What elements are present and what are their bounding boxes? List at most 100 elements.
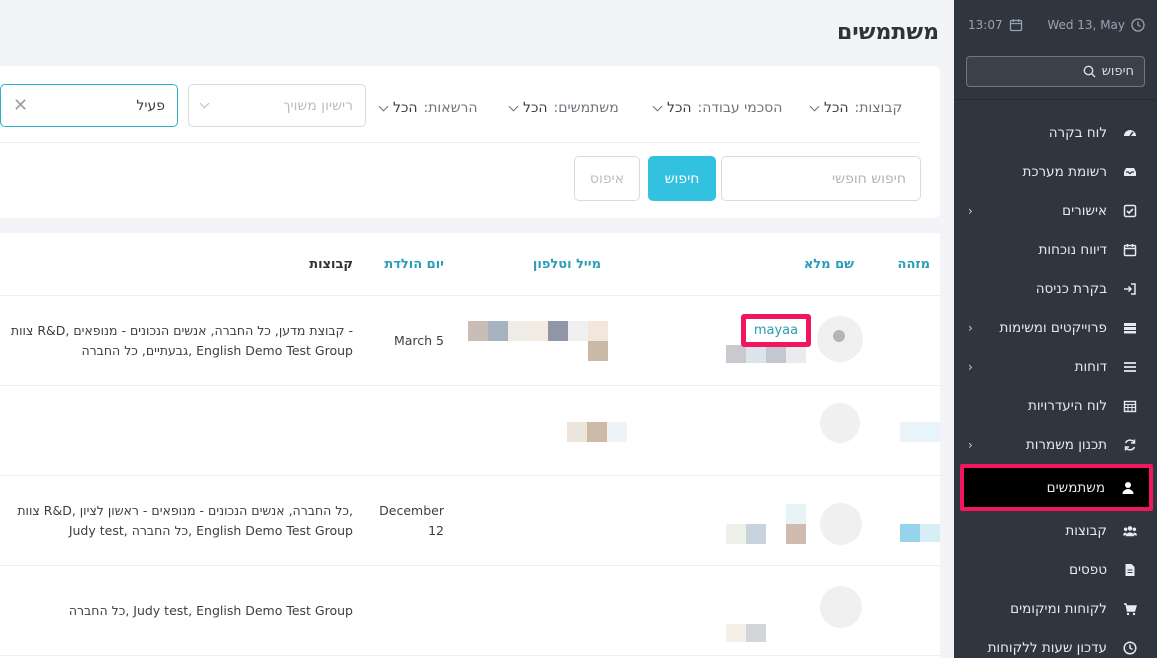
- reset-button[interactable]: איפוס: [574, 156, 640, 201]
- column-header-id[interactable]: מזהה: [898, 257, 930, 272]
- sidebar-item-label: עדכון שעות ללקוחות: [987, 639, 1107, 656]
- current-date: Wed 13, May: [1047, 18, 1125, 32]
- sidebar-item-dashboard[interactable]: לוח בקרה: [954, 113, 1157, 152]
- agreements-filter-value: הכל: [667, 100, 692, 116]
- redacted-block: [588, 321, 608, 341]
- avatar: [820, 586, 862, 628]
- chevron-left-icon: ‹: [968, 437, 973, 452]
- license-select-placeholder: רישיון משויך: [282, 97, 353, 114]
- chevron-down-icon: [652, 101, 663, 111]
- sign-in-icon: [1123, 282, 1137, 296]
- file-icon: [1123, 563, 1137, 577]
- redacted-block: [900, 524, 920, 542]
- redacted-block: [746, 524, 766, 544]
- redacted-block: [920, 422, 940, 442]
- user-name-link[interactable]: mayaa: [741, 314, 811, 347]
- column-header-full-name[interactable]: שם מלא: [804, 257, 854, 272]
- birthday-day: 12: [428, 523, 444, 538]
- groups-line: צוות R&D, כל החברה, אנשים הנכונים - מנופ…: [17, 503, 353, 518]
- page-title: משתמשים: [836, 20, 939, 45]
- current-time: 13:07: [968, 18, 1003, 32]
- groups-line: גבעתיים, כל החברה, English Demo Test Gro…: [81, 343, 353, 358]
- sidebar-search-label: חיפוש: [1101, 64, 1134, 79]
- row-divider: [0, 385, 940, 386]
- permissions-filter[interactable]: הרשאות: הכל: [378, 100, 478, 116]
- redacted-block: [607, 422, 627, 442]
- redacted-block: [726, 345, 746, 363]
- search-button[interactable]: חיפוש: [648, 156, 716, 201]
- redacted-block: [920, 524, 940, 542]
- sidebar-item-access-control[interactable]: בקרת כניסה: [954, 269, 1157, 308]
- column-header-birthday[interactable]: יום הולדת: [384, 257, 444, 272]
- time-display: 13:07: [968, 18, 1023, 32]
- status-select[interactable]: פעיל ✕: [0, 84, 178, 127]
- sidebar-item-label: תכנון משמרות: [1025, 436, 1107, 453]
- sidebar-item-label: טפסים: [1069, 561, 1107, 578]
- sidebar-item-shift-planning[interactable]: תכנון משמרות ‹: [954, 425, 1157, 464]
- sidebar-item-forms[interactable]: טפסים: [954, 550, 1157, 589]
- users-table: מזהה שם מלא מייל וטלפון יום הולדת קבוצות…: [0, 233, 940, 658]
- sidebar-item-label: בקרת כניסה: [1035, 280, 1107, 297]
- row-divider: [0, 655, 940, 656]
- sidebar-item-client-hours[interactable]: עדכון שעות ללקוחות: [954, 628, 1157, 658]
- avatar: [820, 403, 860, 443]
- sidebar-divider: [954, 99, 1157, 100]
- groups-line: כל החברה, Judy test, English Demo Test G…: [68, 603, 353, 618]
- column-header-groups: קבוצות: [309, 257, 353, 272]
- sidebar-item-label: דוחות: [1074, 358, 1107, 375]
- sidebar-item-projects[interactable]: פרוייקטים ומשימות ‹: [954, 308, 1157, 347]
- sidebar-item-label: לוח בקרה: [1048, 124, 1107, 141]
- groups-cell: צוות R&D, כל החברה, אנשים הנכונים - מנופ…: [0, 501, 353, 541]
- permissions-filter-value: הכל: [393, 100, 418, 116]
- sidebar-search[interactable]: חיפוש: [966, 56, 1145, 87]
- filter-panel: קבוצות: הכל הסכמי עבודה: הכל משתמשים: הכ…: [0, 66, 940, 218]
- chevron-down-icon: [508, 101, 519, 111]
- groups-line: צוות R&D, קבוצת מדען, כל החברה, אנשים הנ…: [10, 323, 353, 338]
- redacted-block: [900, 422, 920, 442]
- agreements-filter[interactable]: הסכמי עבודה: הכל: [652, 100, 782, 116]
- sidebar: Wed 13, May 13:07 חיפוש לוח בקרה רשומת מ…: [954, 0, 1157, 658]
- tasks-icon: [1123, 321, 1137, 335]
- redacted-block: [726, 524, 746, 544]
- check-square-icon: [1123, 204, 1137, 218]
- sidebar-item-groups[interactable]: קבוצות: [954, 511, 1157, 550]
- sidebar-item-absences[interactable]: לוח היעדרויות: [954, 386, 1157, 425]
- sidebar-item-approvals[interactable]: אישורים ‹: [954, 191, 1157, 230]
- birthday-cell: March 5: [393, 333, 444, 348]
- users-filter-label: משתמשים:: [553, 100, 619, 116]
- sidebar-item-reports[interactable]: דוחות ‹: [954, 347, 1157, 386]
- status-dot: [833, 330, 845, 342]
- row-divider: [0, 295, 940, 296]
- status-select-value: פעיל: [136, 97, 165, 114]
- sidebar-item-label: קבוצות: [1065, 522, 1107, 539]
- chevron-down-icon: [809, 101, 820, 111]
- chevron-down-icon: [199, 98, 210, 109]
- redacted-block: [568, 321, 588, 341]
- license-select[interactable]: רישיון משויך: [188, 84, 366, 127]
- clear-icon[interactable]: ✕: [13, 95, 28, 116]
- sidebar-item-users[interactable]: משתמשים: [960, 464, 1153, 511]
- sidebar-item-system-log[interactable]: רשומת מערכת: [954, 152, 1157, 191]
- calendar-grid-icon: [1123, 399, 1137, 413]
- dashboard-icon: [1123, 126, 1137, 140]
- redacted-block: [726, 624, 746, 642]
- inbox-icon: [1123, 165, 1137, 179]
- birthday-cell: December 12: [364, 501, 444, 541]
- users-filter[interactable]: משתמשים: הכל: [508, 100, 619, 116]
- birthday-month: December: [379, 503, 444, 518]
- free-search-input[interactable]: [721, 156, 921, 201]
- user-icon: [1121, 481, 1135, 495]
- groups-filter[interactable]: קבוצות: הכל: [809, 100, 902, 116]
- search-icon: [1083, 65, 1096, 78]
- redacted-block: [528, 321, 548, 341]
- row-divider: [0, 565, 940, 566]
- sidebar-menu: לוח בקרה רשומת מערכת אישורים ‹ דיווח נוכ…: [954, 113, 1157, 658]
- redacted-block: [746, 624, 766, 642]
- sidebar-item-clients[interactable]: לקוחות ומיקומים: [954, 589, 1157, 628]
- sidebar-item-attendance[interactable]: דיווח נוכחות: [954, 230, 1157, 269]
- chevron-down-icon: [378, 101, 389, 111]
- clock-display: Wed 13, May: [1047, 18, 1145, 32]
- column-header-email-phone[interactable]: מייל וטלפון: [533, 257, 601, 272]
- sidebar-item-label: רשומת מערכת: [1022, 163, 1107, 180]
- permissions-filter-label: הרשאות:: [423, 100, 478, 116]
